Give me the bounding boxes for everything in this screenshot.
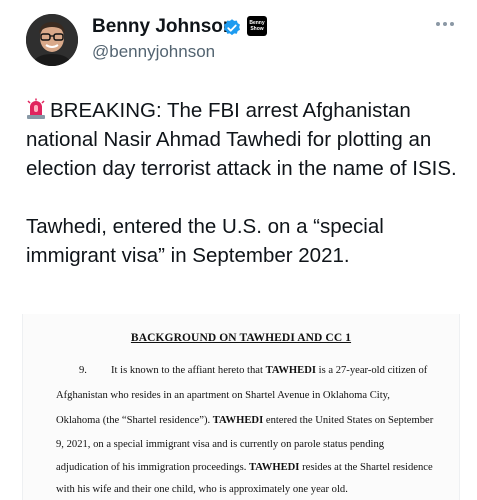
attached-document-image[interactable]: BACKGROUND ON TAWHEDI AND CC 1 9. It is …	[22, 314, 460, 500]
tweet-paragraph-2: Tawhedi, entered the U.S. on a “special …	[26, 215, 384, 267]
document-line: It is known to the affiant hereto that T…	[111, 365, 428, 376]
document-line: Oklahoma (the “Shartel residence”). TAWH…	[56, 415, 434, 426]
affiliate-badge-icon[interactable]: Benny Show	[247, 16, 267, 36]
document-paragraph-number: 9.	[79, 365, 87, 376]
verified-badge-icon	[224, 19, 240, 36]
document-heading: BACKGROUND ON TAWHEDI AND CC 1	[130, 332, 352, 344]
tweet-card: Benny Johnson Benny Show @bennyjohnson B…	[0, 0, 477, 500]
siren-emoji-icon	[27, 98, 45, 119]
author-name[interactable]: Benny Johnson	[92, 16, 235, 38]
tweet-text: BREAKING: The FBI arrest Afghanistan nat…	[26, 96, 458, 270]
document-line: adjudication of his immigration proceedi…	[56, 462, 433, 473]
avatar[interactable]	[26, 14, 78, 66]
affiliate-badge-text: Benny Show	[249, 20, 265, 32]
more-options-icon[interactable]	[433, 18, 457, 30]
tweet-paragraph-1-text: BREAKING: The FBI arrest Afghanistan nat…	[26, 99, 457, 180]
document-line: with his wife and their one child, who i…	[56, 484, 348, 495]
document-line: Afghanistan who resides in an apartment …	[56, 390, 390, 401]
author-handle[interactable]: @bennyjohnson	[92, 42, 215, 62]
tweet-paragraph-1: BREAKING: The FBI arrest Afghanistan nat…	[26, 96, 458, 183]
document-line: 9, 2021, on a special immigrant visa and…	[56, 439, 385, 450]
